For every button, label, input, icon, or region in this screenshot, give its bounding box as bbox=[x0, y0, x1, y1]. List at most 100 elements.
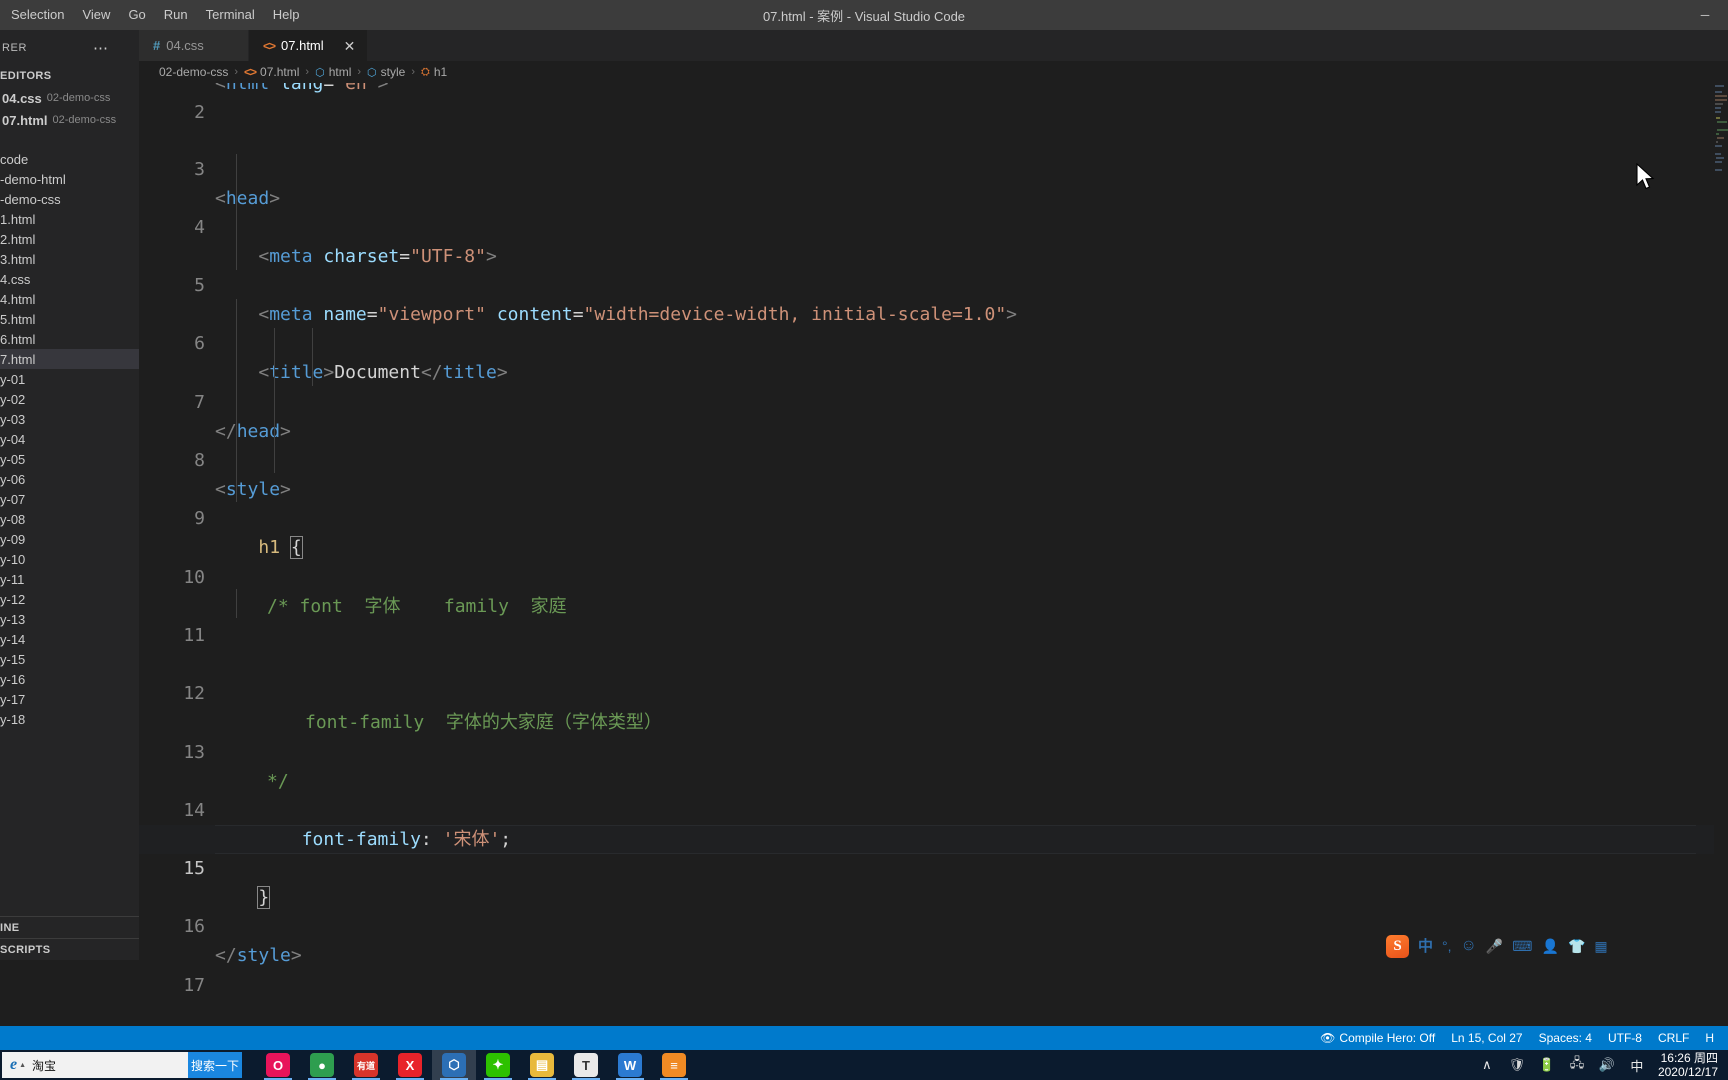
taskbar-clock[interactable]: 16:26 周四 2020/12/17 bbox=[1658, 1051, 1722, 1079]
close-icon[interactable]: ✕ bbox=[344, 39, 356, 53]
taskbar-search-box[interactable]: e ▲ 淘宝 bbox=[2, 1052, 188, 1078]
file-tree-item[interactable]: -demo-css bbox=[0, 189, 139, 209]
file-tree-item[interactable]: 1.html bbox=[0, 209, 139, 229]
tab-04css[interactable]: # 04.css ✕ bbox=[139, 30, 249, 61]
code-line[interactable]: 4 <head> bbox=[139, 184, 1728, 238]
tray-chevron-icon[interactable]: ∧ bbox=[1478, 1056, 1496, 1074]
file-tree-item[interactable]: 5.html bbox=[0, 309, 139, 329]
taskbar-app-vscode[interactable]: ⬡ bbox=[432, 1050, 476, 1080]
ime-skin-icon[interactable]: 👕 bbox=[1568, 939, 1585, 953]
file-tree-item[interactable]: y-03 bbox=[0, 409, 139, 429]
menu-item-selection[interactable]: Selection bbox=[2, 4, 73, 26]
file-tree-item[interactable]: y-05 bbox=[0, 449, 139, 469]
breadcrumb-item-html[interactable]: ⬡ html bbox=[315, 65, 351, 79]
taskbar-app-opera[interactable]: O bbox=[256, 1050, 300, 1080]
sogou-logo-icon[interactable]: S bbox=[1386, 934, 1409, 958]
tab-07html[interactable]: <> 07.html ✕ bbox=[249, 30, 369, 61]
status-indentation[interactable]: Spaces: 4 bbox=[1531, 1026, 1600, 1050]
ime-mic-icon[interactable]: 🎤 bbox=[1486, 939, 1503, 953]
open-editor-item-04css[interactable]: 04.css 02-demo-css bbox=[0, 87, 139, 109]
ime-user-icon[interactable]: 👤 bbox=[1542, 939, 1559, 953]
menu-item-go[interactable]: Go bbox=[119, 4, 154, 26]
code-line[interactable]: 12 bbox=[139, 650, 1728, 704]
status-compile-hero[interactable]: 👁 Compile Hero: Off bbox=[1312, 1026, 1443, 1050]
code-line[interactable]: 7 <title>Document</title> bbox=[139, 358, 1728, 412]
network-icon[interactable]: 🖧 bbox=[1568, 1055, 1586, 1074]
open-editor-item-07html[interactable]: 07.html 02-demo-css bbox=[0, 109, 139, 131]
code-line-current[interactable]: 15 font-family: '宋体'; bbox=[139, 824, 1728, 879]
ime-toolbar[interactable]: S 中 °, ☺ 🎤 ⌨ 👤 👕 ▦ bbox=[1382, 932, 1612, 960]
security-shield-icon[interactable]: 🛡 bbox=[1508, 1056, 1526, 1074]
file-tree-item[interactable]: y-13 bbox=[0, 609, 139, 629]
file-tree-item[interactable]: 3.html bbox=[0, 249, 139, 269]
menu-item-run[interactable]: Run bbox=[155, 4, 197, 26]
ime-keyboard-icon[interactable]: ⌨ bbox=[1512, 939, 1532, 953]
search-submit-button[interactable]: 搜索一下 bbox=[188, 1052, 242, 1078]
file-tree-item[interactable]: y-18 bbox=[0, 709, 139, 729]
breadcrumb-item-file[interactable]: <> 07.html bbox=[244, 65, 299, 79]
status-encoding[interactable]: UTF-8 bbox=[1600, 1026, 1650, 1050]
chevron-up-icon[interactable]: ▲ bbox=[19, 1062, 26, 1069]
menu-item-terminal[interactable]: Terminal bbox=[197, 4, 264, 26]
breadcrumb-item-h1[interactable]: ⛭ h1 bbox=[421, 65, 447, 79]
ime-mode-icon[interactable]: 中 bbox=[1418, 939, 1433, 954]
file-tree-item[interactable]: y-09 bbox=[0, 529, 139, 549]
taskbar-app-wechat[interactable]: ✦ bbox=[476, 1050, 520, 1080]
code-line[interactable]: 2 <html lang="en"> bbox=[139, 83, 1728, 123]
outline-panel-header[interactable]: INE bbox=[0, 916, 139, 938]
file-tree-item[interactable]: y-04 bbox=[0, 429, 139, 449]
code-line[interactable]: 18 bbox=[139, 1000, 1728, 1050]
code-line[interactable]: 5 <meta charset="UTF-8"> bbox=[139, 242, 1728, 296]
code-line[interactable]: 16 } bbox=[139, 883, 1728, 937]
code-line[interactable]: 10 h1 { bbox=[139, 533, 1728, 588]
code-line[interactable]: 14 */ bbox=[139, 767, 1728, 821]
ime-punctuation-icon[interactable]: °, bbox=[1442, 939, 1452, 953]
code-editor[interactable]: 2 <html lang="en"> 3 4 <head> 5 <meta ch… bbox=[139, 83, 1728, 1050]
speaker-icon[interactable]: 🔊 bbox=[1598, 1056, 1616, 1074]
code-line[interactable]: 9 <style> bbox=[139, 475, 1728, 529]
file-tree-item[interactable]: 4.html bbox=[0, 289, 139, 309]
taskbar-app-typora[interactable]: T bbox=[564, 1050, 608, 1080]
code-line[interactable]: 11 /* font 字体 family 家庭 bbox=[139, 592, 1728, 646]
taskbar-app-xmind[interactable]: X bbox=[388, 1050, 432, 1080]
code-line[interactable]: 6 <meta name="viewport" content="width=d… bbox=[139, 300, 1728, 354]
more-actions-icon[interactable]: ⋯ bbox=[93, 39, 139, 57]
file-tree-item[interactable]: y-02 bbox=[0, 389, 139, 409]
file-tree-item[interactable]: y-17 bbox=[0, 689, 139, 709]
explorer-sidebar[interactable]: RER ⋯ EDITORS 04.css 02-demo-css 07.html… bbox=[0, 30, 139, 960]
tray-ime-icon[interactable]: 中 bbox=[1628, 1056, 1646, 1074]
file-tree-item[interactable]: 4.css bbox=[0, 269, 139, 289]
breadcrumb[interactable]: 02-demo-css › <> 07.html › ⬡ html › ⬡ st… bbox=[139, 61, 1728, 83]
code-line[interactable]: 13 font-family 字体的大家庭（字体类型） bbox=[139, 708, 1728, 762]
ime-apps-icon[interactable]: ▦ bbox=[1594, 939, 1607, 953]
breadcrumb-item-style[interactable]: ⬡ style bbox=[367, 65, 405, 79]
file-tree-item[interactable]: y-12 bbox=[0, 589, 139, 609]
npm-scripts-panel-header[interactable]: SCRIPTS bbox=[0, 938, 139, 960]
file-tree[interactable]: code -demo-html -demo-css 1.html 2.html 3.htm… bbox=[0, 149, 139, 729]
menu-item-help[interactable]: Help bbox=[264, 4, 309, 26]
breadcrumb-item-folder[interactable]: 02-demo-css bbox=[159, 65, 228, 79]
file-tree-item[interactable]: 2.html bbox=[0, 229, 139, 249]
file-tree-item[interactable]: y-15 bbox=[0, 649, 139, 669]
editor-minimap[interactable] bbox=[1714, 83, 1728, 1050]
ime-emoji-icon[interactable]: ☺ bbox=[1461, 938, 1477, 954]
file-tree-item[interactable]: y-07 bbox=[0, 489, 139, 509]
file-tree-item[interactable]: code bbox=[0, 149, 139, 169]
file-tree-item[interactable]: 6.html bbox=[0, 329, 139, 349]
taskbar-app-wps[interactable]: W bbox=[608, 1050, 652, 1080]
file-tree-item[interactable]: y-10 bbox=[0, 549, 139, 569]
taskbar-app-list[interactable]: O ● 有道 X ⬡ ✦ ▤ T W ≡ bbox=[256, 1050, 696, 1080]
file-tree-item[interactable]: 7.html bbox=[0, 349, 139, 369]
file-tree-item[interactable]: y-16 bbox=[0, 669, 139, 689]
taskbar-app-notepad[interactable]: ≡ bbox=[652, 1050, 696, 1080]
status-cursor-position[interactable]: Ln 15, Col 27 bbox=[1443, 1026, 1530, 1050]
file-tree-item[interactable]: y-14 bbox=[0, 629, 139, 649]
file-tree-item[interactable]: y-08 bbox=[0, 509, 139, 529]
taskbar-app-youdao[interactable]: 有道 bbox=[344, 1050, 388, 1080]
menu-item-view[interactable]: View bbox=[73, 4, 119, 26]
file-tree-item[interactable]: y-11 bbox=[0, 569, 139, 589]
code-lines[interactable]: 2 <html lang="en"> 3 4 <head> 5 <meta ch… bbox=[139, 83, 1728, 1050]
status-eol[interactable]: CRLF bbox=[1650, 1026, 1697, 1050]
taskbar-app-explorer[interactable]: ▤ bbox=[520, 1050, 564, 1080]
file-tree-item[interactable]: y-06 bbox=[0, 469, 139, 489]
